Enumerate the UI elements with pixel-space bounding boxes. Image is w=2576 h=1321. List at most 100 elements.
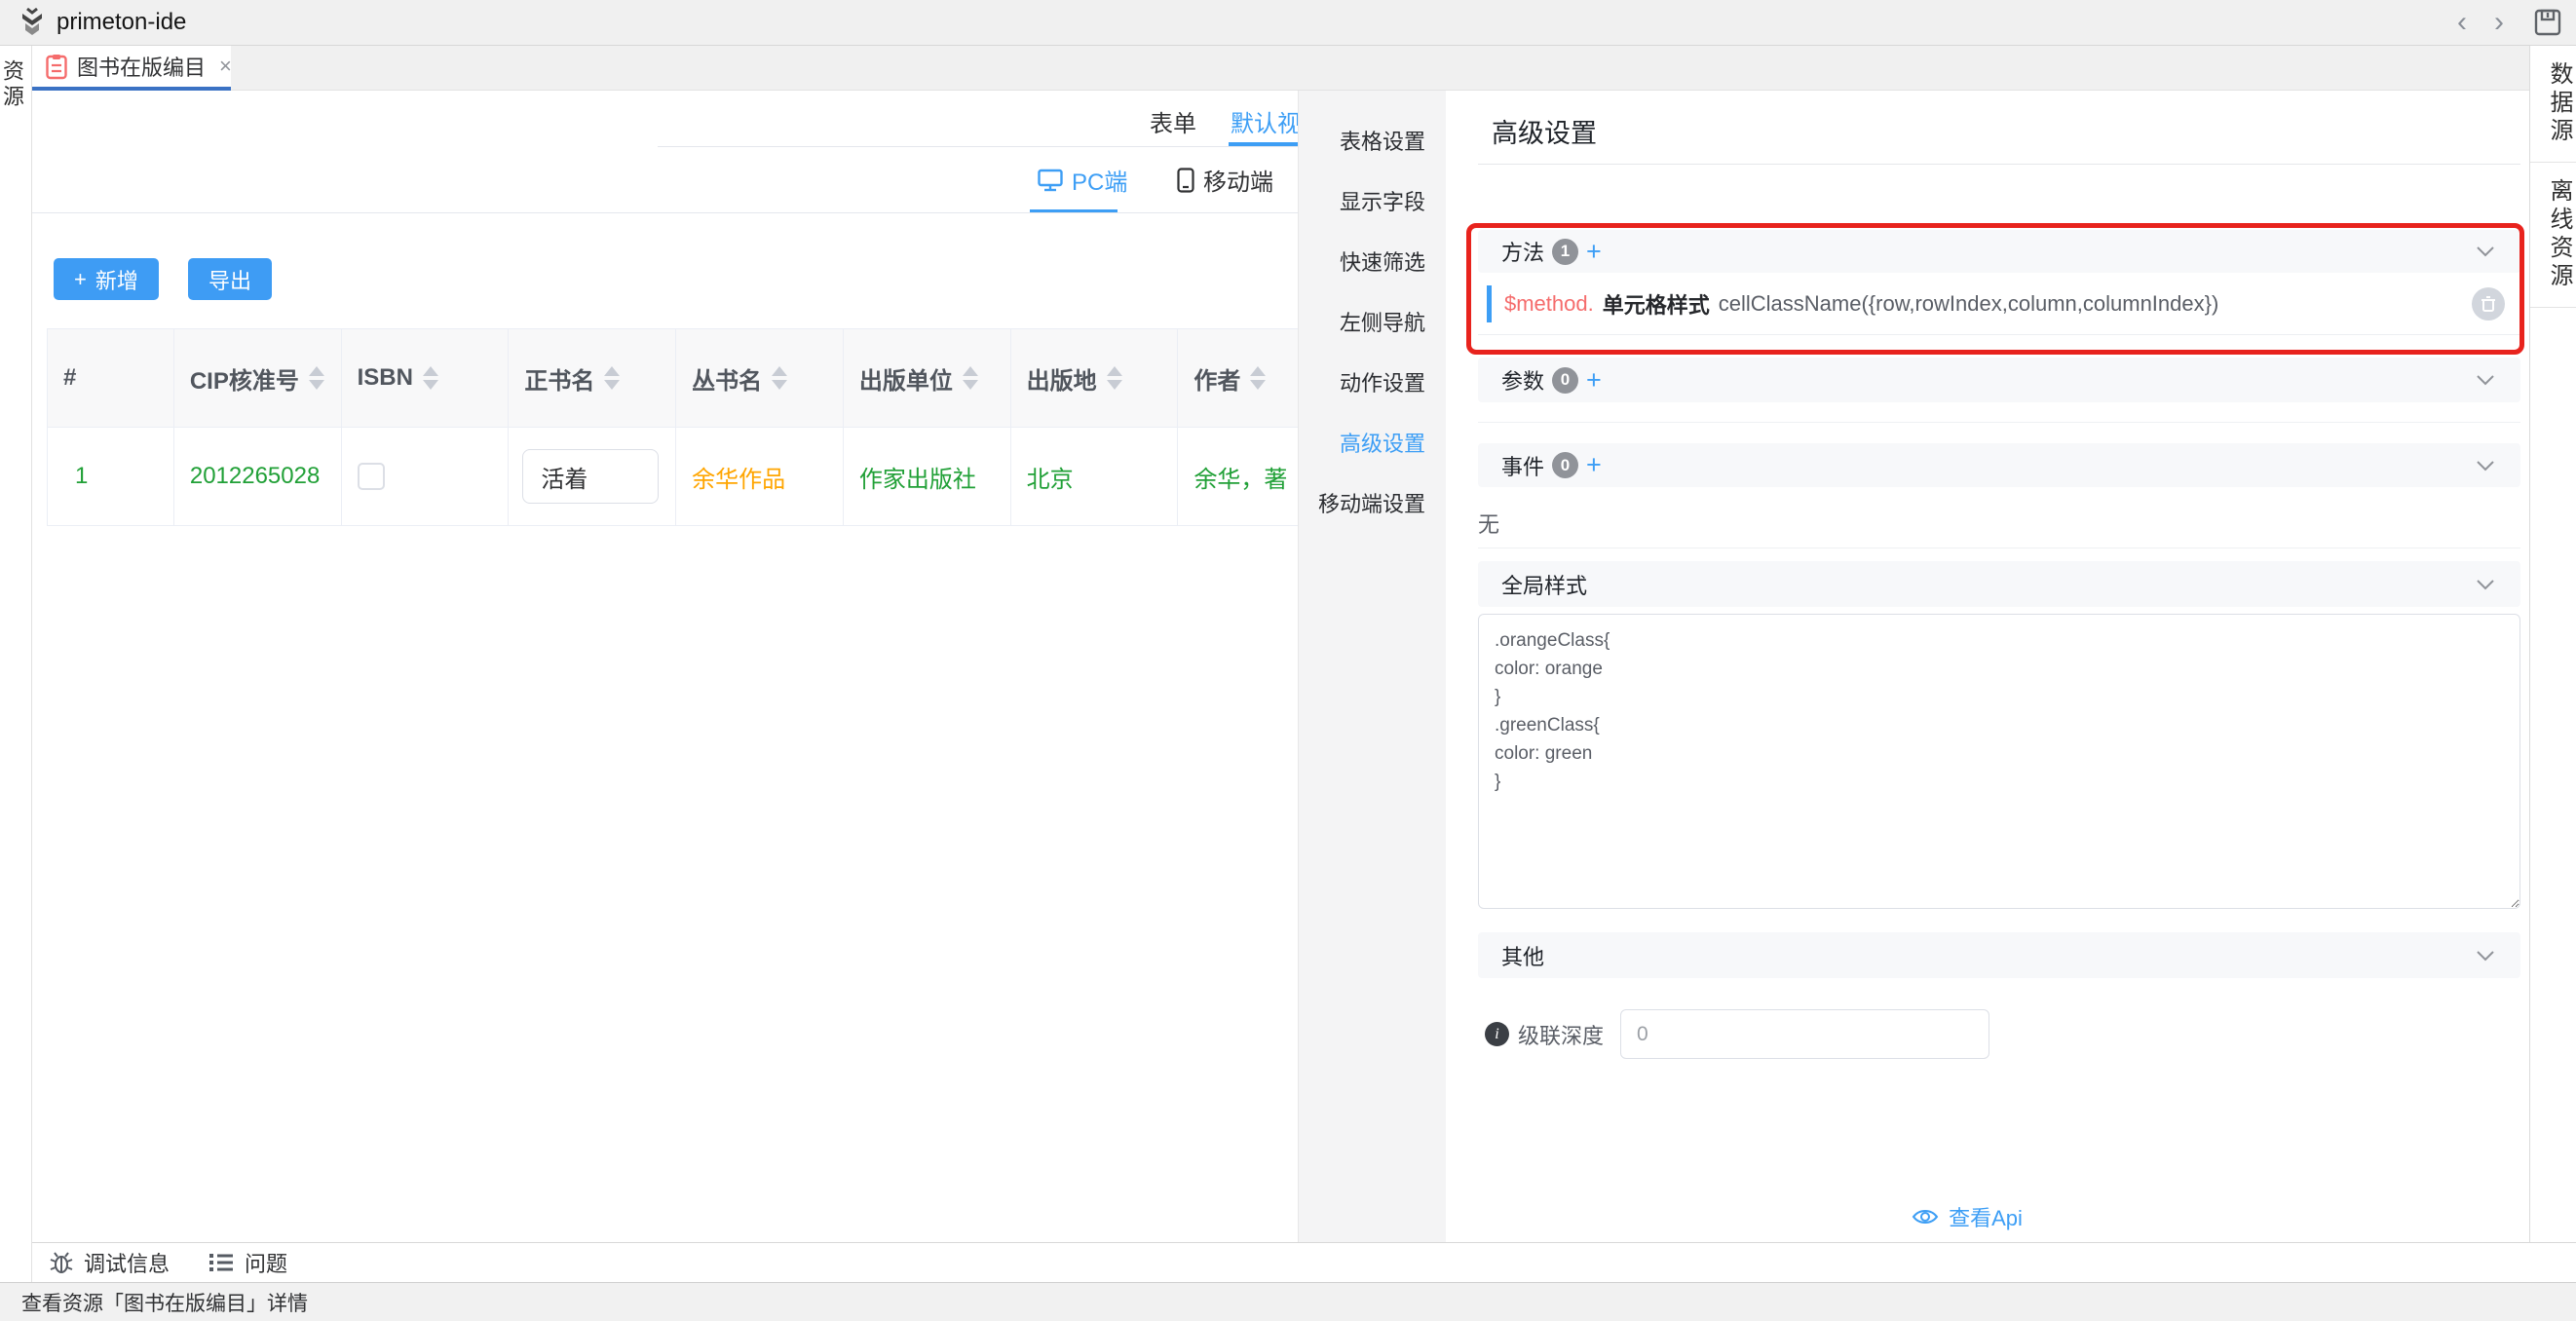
view-api-link[interactable]: 查看Api (1446, 1201, 2488, 1232)
export-button-label: 导出 (208, 264, 251, 295)
title-bar: primeton-ide ‹ › (0, 0, 2576, 46)
sort-icon[interactable] (963, 366, 978, 390)
divider (1478, 547, 2520, 548)
device-tabs-divider (32, 212, 1298, 213)
global-style-editor[interactable]: .orangeClass{ color: orange } .greenClas… (1478, 614, 2520, 909)
right-rail-item-datasource[interactable]: 数据源 (2530, 46, 2576, 163)
sort-icon[interactable] (604, 366, 620, 390)
tab-default-view[interactable]: 默认视图 (1231, 104, 1298, 138)
menu-item-advanced-settings[interactable]: 高级设置 (1299, 412, 1446, 472)
chevron-down-icon[interactable] (2476, 579, 2495, 590)
debug-toolbar: 调试信息 问题 (0, 1243, 2576, 1282)
cell-index: 1 (48, 428, 174, 526)
cell-series: 余华作品 (676, 428, 844, 526)
problems-button[interactable]: 问题 (208, 1247, 287, 1278)
method-entry-row[interactable]: $method. 单元格样式 cellClassName({row,rowInd… (1478, 273, 2520, 335)
isbn-checkbox[interactable] (358, 463, 385, 490)
column-header-title[interactable]: 正书名 (509, 329, 676, 428)
tab-title: 图书在版编目 (77, 51, 206, 82)
left-rail-item-resources[interactable]: 资源 (4, 59, 27, 110)
column-header-isbn[interactable]: ISBN (342, 329, 510, 428)
method-name: 单元格样式 (1603, 288, 1710, 320)
param-section-label: 参数 (1501, 364, 1544, 396)
other-section-label: 其他 (1501, 940, 1544, 971)
method-signature: cellClassName({row,rowIndex,column,colum… (1719, 291, 2219, 317)
editor-tab-bar: 图书在版编目 × (32, 46, 2529, 91)
cell-place: 北京 (1011, 428, 1179, 526)
nav-forward-icon[interactable]: › (2481, 6, 2518, 39)
cascade-depth-input[interactable] (1620, 1009, 1989, 1059)
add-param-icon[interactable]: + (1586, 365, 1602, 396)
global-style-label: 全局样式 (1501, 569, 1587, 600)
menu-item-display-fields[interactable]: 显示字段 (1299, 170, 1446, 231)
sort-icon[interactable] (423, 366, 438, 390)
chevron-down-icon[interactable] (2476, 950, 2495, 962)
settings-panel: 表格设置 显示字段 快速筛选 左侧导航 动作设置 高级设置 移动端设置 高级设置… (1298, 91, 2529, 1242)
method-section-label: 方法 (1501, 236, 1544, 267)
param-section-header[interactable]: 参数 0 + (1478, 358, 2520, 402)
chevron-down-icon[interactable] (2476, 460, 2495, 472)
application-window: primeton-ide ‹ › 资源 数据源 离线资源 (0, 0, 2576, 1321)
add-button[interactable]: + 新增 (54, 258, 159, 300)
divider (1478, 164, 2520, 165)
plus-icon: + (74, 267, 87, 292)
method-accent-bar (1487, 285, 1492, 322)
debug-info-label: 调试信息 (84, 1247, 170, 1278)
tab-book-cip[interactable]: 图书在版编目 × (32, 46, 231, 91)
event-section-header[interactable]: 事件 0 + (1478, 443, 2520, 487)
event-count-badge: 0 (1552, 452, 1578, 478)
global-style-section-header[interactable]: 全局样式 (1478, 561, 2520, 607)
title-input[interactable] (522, 449, 659, 504)
method-section-header[interactable]: 方法 1 + (1478, 230, 2520, 273)
debug-info-button[interactable]: 调试信息 (50, 1247, 170, 1278)
cascade-depth-row: i 级联深度 (1485, 1009, 1989, 1059)
column-header-index: # (48, 329, 174, 428)
tab-pc[interactable]: PC端 (1038, 163, 1127, 197)
add-event-icon[interactable]: + (1586, 450, 1602, 480)
chevron-down-icon[interactable] (2476, 374, 2495, 386)
sort-icon[interactable] (1107, 366, 1122, 390)
cell-cip: 2012265028 (174, 428, 342, 526)
main-content: 表单 默认视图 PC端 移动端 (32, 91, 1298, 1242)
param-count-badge: 0 (1552, 367, 1578, 394)
method-count-badge: 1 (1552, 239, 1578, 265)
export-button[interactable]: 导出 (188, 258, 272, 300)
left-rail: 资源 (0, 46, 32, 1282)
cell-isbn (342, 428, 510, 526)
app-title: primeton-ide (57, 9, 186, 36)
save-icon[interactable] (2533, 8, 2562, 37)
grid-header-row: # CIP核准号 ISBN 正书名 丛书名 出版单位 出版地 作者 (48, 329, 1298, 428)
close-icon[interactable]: × (219, 54, 232, 79)
tab-mobile[interactable]: 移动端 (1177, 163, 1273, 197)
sort-icon[interactable] (309, 366, 324, 390)
other-section-header[interactable]: 其他 (1478, 932, 2520, 978)
tab-pc-label: PC端 (1072, 163, 1127, 197)
event-empty-text: 无 (1478, 508, 1499, 539)
settings-content: 高级设置 方法 1 + $method. 单元格样式 cellClassName… (1446, 91, 2530, 1242)
sort-icon[interactable] (1250, 366, 1266, 390)
column-header-place[interactable]: 出版地 (1011, 329, 1179, 428)
nav-back-icon[interactable]: ‹ (2443, 6, 2481, 39)
delete-method-button[interactable] (2472, 287, 2505, 321)
menu-item-left-nav[interactable]: 左侧导航 (1299, 291, 1446, 352)
problems-label: 问题 (245, 1247, 287, 1278)
tab-form[interactable]: 表单 (1150, 104, 1196, 138)
column-header-author[interactable]: 作者 (1178, 329, 1298, 428)
column-header-cip[interactable]: CIP核准号 (174, 329, 342, 428)
sort-icon[interactable] (772, 366, 787, 390)
cascade-depth-label: 级联深度 (1518, 1019, 1604, 1050)
column-header-publisher[interactable]: 出版单位 (844, 329, 1011, 428)
menu-item-table-settings[interactable]: 表格设置 (1299, 110, 1446, 170)
table-row: 1 2012265028 余华作品 作家出版社 北京 余华，著 (48, 428, 1298, 526)
menu-item-mobile-settings[interactable]: 移动端设置 (1299, 472, 1446, 533)
status-text: 查看资源「图书在版编目」详情 (21, 1288, 308, 1317)
data-grid: # CIP核准号 ISBN 正书名 丛书名 出版单位 出版地 作者 1 2012… (47, 328, 1298, 526)
chevron-down-icon[interactable] (2476, 245, 2495, 257)
menu-item-quick-filter[interactable]: 快速筛选 (1299, 231, 1446, 291)
column-header-series[interactable]: 丛书名 (676, 329, 844, 428)
right-rail-item-offline-resources[interactable]: 离线资源 (2530, 163, 2576, 308)
add-method-icon[interactable]: + (1586, 237, 1602, 267)
list-icon (208, 1252, 234, 1273)
menu-item-action-settings[interactable]: 动作设置 (1299, 352, 1446, 412)
method-prefix: $method. (1504, 291, 1594, 317)
